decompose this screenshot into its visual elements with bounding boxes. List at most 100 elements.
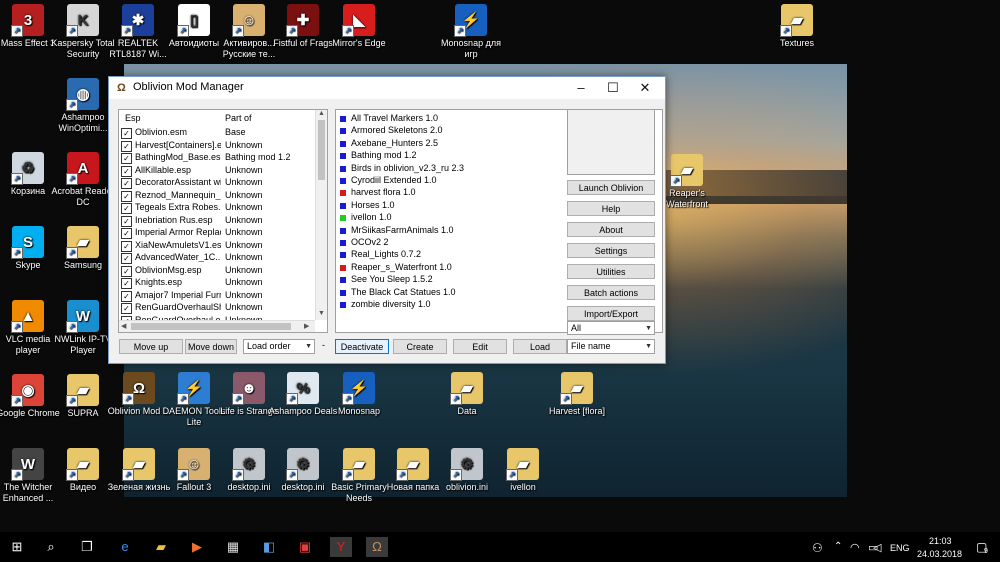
language-indicator[interactable]: ENG <box>890 543 910 553</box>
esp-list-item[interactable]: ✓DecoratorAssistant wit... Unknown <box>121 177 315 189</box>
settingsbutton[interactable]: Settings <box>567 243 655 258</box>
load-button[interactable]: Load <box>513 339 567 354</box>
esp-list-item[interactable]: ✓ AdvancedWater_1C... Unknown <box>121 252 315 264</box>
esp-part-of: Unknown <box>225 139 263 150</box>
move-down-button[interactable]: Move down <box>185 339 237 354</box>
esp-name: Reznod_Mannequin_... <box>135 189 221 200</box>
esp-list-item[interactable]: ✓RenGuardOverhaulSh... Unknown <box>121 302 315 314</box>
desktop-icon[interactable]: ▰ ↗ Data <box>432 372 502 417</box>
desktop-icon[interactable]: ▰ ↗ Textures <box>762 4 832 49</box>
scroll-right-arrow[interactable]: ▶ <box>304 322 309 330</box>
task-view-icon[interactable]: ❐ <box>76 537 98 557</box>
desktop-icon[interactable]: ⚡ ↗ Monosnap для игр <box>436 4 506 60</box>
shortcut-arrow-icon: ↗ <box>780 25 792 37</box>
media-player-icon[interactable]: ▶ <box>186 537 208 557</box>
search-icon[interactable]: ⌕ <box>40 537 62 557</box>
shortcut-arrow-icon: ↗ <box>506 469 518 481</box>
scroll-down-arrow[interactable]: ▼ <box>316 310 327 317</box>
esp-list-item[interactable]: ✓Imperial Armor Replac... Unknown <box>121 227 315 239</box>
desktop-icon[interactable]: ▰ ↗ ivellon <box>488 448 558 493</box>
esp-checkbox[interactable]: ✓ <box>121 203 132 214</box>
esp-checkbox[interactable]: ✓ <box>121 153 132 164</box>
shortcut-arrow-icon: ↗ <box>670 175 682 187</box>
desktop-icon[interactable]: ▰ ↗ Harvest [flora] <box>542 372 612 417</box>
shortcut-arrow-icon: ↗ <box>342 393 354 405</box>
esp-list-item[interactable]: ✓ Knights.esp Unknown <box>121 277 315 289</box>
esp-checkbox[interactable]: ✓ <box>121 140 132 152</box>
shortcut-arrow-icon: ↗ <box>66 395 78 407</box>
esp-scrollbar-horizontal[interactable]: ◀ ▶ <box>119 320 315 332</box>
esp-checkbox[interactable]: ✓ <box>121 165 132 177</box>
esp-list-item[interactable]: ✓ Harvest[Containers].e... Unknown <box>121 140 315 152</box>
title-bar[interactable]: Ω Oblivion Mod Manager – ☐ ✕ <box>109 77 665 99</box>
aboutbutton[interactable]: About <box>567 222 655 237</box>
esp-checkbox[interactable]: ✓ <box>121 240 132 252</box>
filter-combo[interactable]: All ▼ <box>567 321 655 335</box>
start-button[interactable]: ⊞ <box>6 537 28 557</box>
esp-list-item[interactable]: ✓ AllKillable.esp Unknown <box>121 165 315 177</box>
gift-app-icon[interactable]: ▣ <box>294 537 316 557</box>
scroll-up-arrow[interactable]: ▲ <box>316 110 327 117</box>
oblivion-mod-manager-taskbar-icon[interactable]: Ω <box>366 537 388 557</box>
sort-combo[interactable]: File name ▼ <box>567 339 655 354</box>
close-button[interactable]: ✕ <box>629 77 661 99</box>
esp-checkbox[interactable]: ✓ <box>121 128 132 139</box>
shortcut-arrow-icon: ↗ <box>450 393 462 405</box>
desktop-icon[interactable]: ⚡ ↗ Monosnap <box>324 372 394 417</box>
part-of-column-header[interactable]: Part of <box>225 113 252 123</box>
esp-list-item[interactable]: ✓ BathingMod_Base.esm Bathing mod 1.2 <box>121 152 315 164</box>
create-button[interactable]: Create <box>393 339 447 354</box>
esp-checkbox[interactable]: ✓ <box>121 215 132 227</box>
esp-scrollbar-vertical[interactable]: ▲ ▼ <box>315 110 327 320</box>
file-explorer-icon[interactable]: ▰ <box>150 537 172 557</box>
esp-checkbox[interactable]: ✓ <box>121 178 132 189</box>
h-scrollbar-thumb[interactable] <box>131 323 291 330</box>
esp-list-item[interactable]: ✓ Reznod_Mannequin_... Unknown <box>121 190 315 202</box>
wifi-icon[interactable]: ◠ <box>850 541 860 554</box>
esp-list[interactable]: Esp Part of ✓ Oblivion.esm Base ✓ Harvest[Co… <box>118 109 328 333</box>
app-icon: W ↗ <box>11 448 44 481</box>
esp-list-item[interactable]: ✓ Inebriation Rus.esp Unknown <box>121 215 315 227</box>
esp-list-item[interactable]: ✓ Oblivion.esm Base <box>121 127 315 139</box>
esp-checkbox[interactable]: ✓ <box>121 253 132 264</box>
clock-date[interactable]: 24.03.2018 <box>917 549 962 559</box>
import-exportbutton[interactable]: Import/Export <box>567 306 655 321</box>
desktop-icon[interactable]: ◣ ↗ Mirror's Edge <box>324 4 394 49</box>
esp-list-item[interactable]: ✓Amajor7 Imperial Furni... Unknown <box>121 290 315 302</box>
esp-checkbox[interactable]: ✓ <box>121 290 132 302</box>
shortcut-arrow-icon: ↗ <box>66 469 78 481</box>
minimize-button[interactable]: – <box>565 77 597 99</box>
esp-checkbox[interactable]: ✓ <box>121 190 132 202</box>
shortcut-arrow-icon: ↗ <box>396 469 408 481</box>
edit-button[interactable]: Edit <box>453 339 507 354</box>
helpbutton[interactable]: Help <box>567 201 655 216</box>
esp-checkbox[interactable]: ✓ <box>121 303 132 314</box>
scroll-left-arrow[interactable]: ◀ <box>121 322 126 330</box>
show-hidden-icons[interactable]: ⌃ <box>834 541 842 552</box>
load-order-combo[interactable]: Load order ▼ <box>243 339 315 354</box>
edge-icon[interactable]: e <box>114 537 136 557</box>
esp-checkbox[interactable]: ✓ <box>121 265 132 277</box>
esp-part-of: Bathing mod 1.2 <box>225 152 291 162</box>
clock-time[interactable]: 21:03 <box>929 536 952 546</box>
utilitiesbutton[interactable]: Utilities <box>567 264 655 279</box>
deactivate-button[interactable]: Deactivate <box>335 339 389 354</box>
move-up-button[interactable]: Move up <box>119 339 183 354</box>
launch-oblivionbutton[interactable]: Launch Oblivion <box>567 180 655 195</box>
esp-name: Knights.esp <box>135 277 183 287</box>
people-icon[interactable]: ⚇ <box>812 541 823 555</box>
esp-checkbox[interactable]: ✓ <box>121 228 132 239</box>
esp-checkbox[interactable]: ✓ <box>121 278 132 289</box>
yandex-browser-icon[interactable]: Y <box>330 537 352 557</box>
mod-name: Axebane_Hunters 2.5 <box>351 137 439 148</box>
scrollbar-thumb[interactable] <box>318 120 325 180</box>
maximize-button[interactable]: ☐ <box>597 77 629 99</box>
batch-actionsbutton[interactable]: Batch actions <box>567 285 655 300</box>
esp-list-item[interactable]: ✓ Tegeals Extra Robes... Unknown <box>121 202 315 214</box>
esp-list-item[interactable]: ✓ XiaNewAmuletsV1.esp Unknown <box>121 240 315 252</box>
calendar-app-icon[interactable]: ▦ <box>222 537 244 557</box>
esp-list-item[interactable]: ✓ OblivionMsg.esp Unknown <box>121 265 315 277</box>
volume-icon[interactable]: ◁ <box>873 541 881 554</box>
esp-column-header[interactable]: Esp <box>125 113 141 123</box>
audio-app-icon[interactable]: ◧ <box>258 537 280 557</box>
